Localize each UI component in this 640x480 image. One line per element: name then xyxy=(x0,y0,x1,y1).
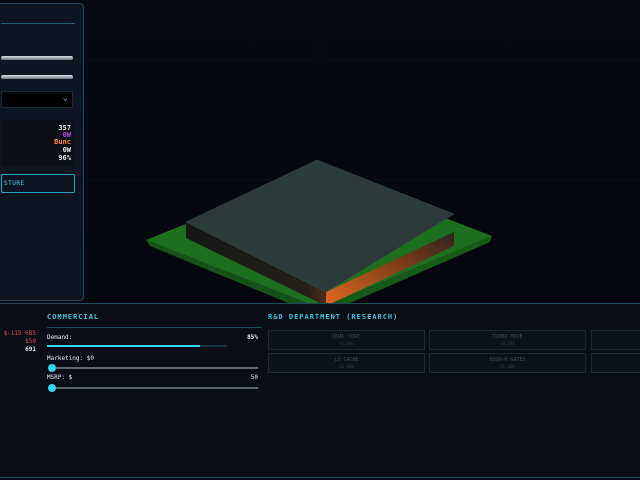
research-card-high-k-gates[interactable]: HIGH-K GATES $5,000 xyxy=(429,353,586,373)
marketing-slider[interactable] xyxy=(48,364,258,372)
research-card-title: HIGH-K GATES xyxy=(489,357,526,363)
finance-row-3: 691 xyxy=(25,346,36,353)
design-slider-1[interactable] xyxy=(1,56,73,60)
stat-value-3: Bunc xyxy=(54,138,71,146)
research-card-turbo-mode[interactable]: TURBO MODE $8,000 xyxy=(429,330,586,350)
dashboard-bottom-divider xyxy=(0,477,640,478)
commercial-title: COMMERCIAL xyxy=(47,313,100,321)
research-card-cost: $8,000 xyxy=(500,341,515,346)
research-card-title: DUAL CORE xyxy=(332,334,361,340)
research-card-cost: $3,000 xyxy=(339,364,354,369)
marketing-label: Marketing: $0 xyxy=(47,355,94,362)
demand-bar-fill xyxy=(47,345,200,347)
msrp-max-value: 50 xyxy=(250,374,258,381)
commercial-divider xyxy=(47,327,262,328)
design-select[interactable]: ⌄ xyxy=(1,91,73,108)
research-card-l3-cache[interactable]: L3 CACHE $3,000 xyxy=(268,353,425,373)
msrp-slider[interactable] xyxy=(48,384,258,392)
research-card-dual-core[interactable]: DUAL CORE $5,000 xyxy=(268,330,425,350)
design-slider-2[interactable] xyxy=(1,75,73,79)
research-card-partial-1[interactable] xyxy=(591,330,640,350)
stat-value-5: 96% xyxy=(58,154,71,162)
panel-header-divider xyxy=(1,23,75,24)
commercial-section: COMMERCIAL Demand: 85% Marketing: $0 MSR… xyxy=(40,308,262,478)
research-card-partial-2[interactable] xyxy=(591,353,640,373)
demand-value: 85% xyxy=(247,334,258,341)
chevron-down-icon: ⌄ xyxy=(62,93,68,103)
research-card-cost: $5,000 xyxy=(500,364,515,369)
msrp-label: MSRP: $ xyxy=(47,374,73,381)
demand-bar xyxy=(47,345,227,347)
research-card-title: TURBO MODE xyxy=(492,334,523,340)
research-card-title: L3 CACHE xyxy=(334,357,359,363)
marketing-slider-thumb[interactable] xyxy=(48,364,56,372)
research-card-cost: $5,000 xyxy=(339,341,354,346)
msrp-slider-thumb[interactable] xyxy=(48,384,56,392)
finance-row-1: $-115 685 xyxy=(3,330,36,337)
manufacture-button[interactable]: STURE xyxy=(1,174,75,193)
dashboard-bar: $-115 685 $50 691 COMMERCIAL Demand: 85%… xyxy=(0,303,640,480)
demand-label: Demand: xyxy=(47,334,73,341)
rnd-section: R&D DEPARTMENT (RESEARCH) DUAL CORE $5,0… xyxy=(262,308,640,478)
design-stats-box: 357 0W Bunc 0W 96% xyxy=(1,120,73,166)
stat-value-4: 0W xyxy=(62,146,71,154)
rnd-title: R&D DEPARTMENT (RESEARCH) xyxy=(268,313,399,321)
design-panel: ⌄ 357 0W Bunc 0W 96% STURE xyxy=(0,3,84,301)
finance-row-2: $50 xyxy=(25,338,36,345)
